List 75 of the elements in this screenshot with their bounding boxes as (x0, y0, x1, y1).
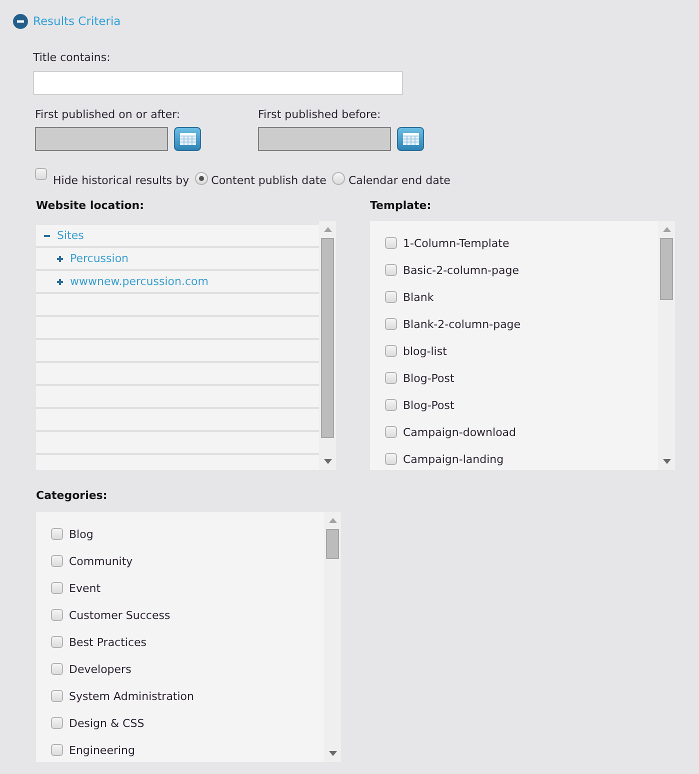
calendar-icon (402, 133, 418, 145)
scroll-down-icon[interactable] (324, 459, 332, 464)
checkbox[interactable] (385, 426, 397, 438)
checkbox[interactable] (51, 690, 63, 702)
scrollbar[interactable] (658, 221, 675, 470)
section-label: Categories: (36, 489, 108, 502)
option-label: Blank (403, 291, 434, 304)
checkbox[interactable] (385, 372, 397, 384)
checkbox[interactable] (385, 452, 397, 464)
option-label: Engineering (69, 744, 135, 757)
option-label: Blog-Post (403, 399, 454, 412)
option-label: Event (69, 582, 101, 595)
checkbox[interactable] (51, 716, 63, 728)
section-label: Website location: (36, 199, 146, 212)
checkbox[interactable] (385, 264, 397, 276)
radio-label: Calendar end date (348, 174, 450, 187)
option-label: Best Practices (69, 636, 147, 649)
date-field[interactable] (35, 127, 168, 151)
option-label: Blog (69, 528, 94, 541)
title-input[interactable] (33, 71, 403, 95)
scroll-down-icon[interactable] (328, 751, 336, 756)
scroll-down-icon[interactable] (662, 459, 670, 464)
field-label: First published before: (258, 108, 382, 121)
scrollbar-thumb[interactable] (326, 529, 339, 559)
scroll-up-icon[interactable] (662, 227, 670, 232)
radio-label: Content publish date (211, 174, 326, 187)
option-label: Developers (69, 663, 132, 676)
checkbox[interactable] (51, 528, 63, 540)
plus-icon[interactable] (57, 256, 63, 262)
checkbox[interactable] (385, 344, 397, 356)
scrollbar[interactable] (324, 512, 341, 762)
plus-icon[interactable] (57, 278, 63, 284)
checkbox[interactable] (385, 398, 397, 410)
checkbox[interactable] (51, 636, 63, 648)
field-label: First published on or after: (35, 108, 182, 121)
minus-icon[interactable] (44, 234, 50, 236)
section-label: Template: (370, 199, 432, 212)
scrollbar[interactable] (319, 221, 336, 470)
option-label: 1-Column-Template (403, 237, 510, 250)
option-label: System Administration (69, 690, 194, 703)
checkbox[interactable] (385, 236, 397, 248)
collapse-icon[interactable] (13, 14, 28, 28)
calendar-button[interactable] (397, 127, 424, 151)
option-label: Customer Success (69, 609, 170, 622)
radio-button[interactable] (195, 172, 208, 185)
option-label: Campaign-download (403, 426, 516, 439)
checkbox[interactable] (385, 290, 397, 302)
radio-button[interactable] (332, 172, 346, 185)
field-label: Title contains: (33, 51, 112, 64)
checkbox[interactable] (51, 662, 63, 674)
checkbox[interactable] (51, 608, 63, 620)
scrollbar-thumb[interactable] (660, 238, 673, 300)
checkbox[interactable] (51, 554, 63, 566)
section-toggle[interactable]: Results Criteria (13, 13, 121, 29)
tree-node-label[interactable]: wwwnew.percussion.com (70, 275, 208, 288)
option-label: Basic-2-column-page (403, 264, 519, 277)
calendar-icon (180, 133, 196, 145)
checkbox[interactable] (51, 744, 63, 756)
calendar-button[interactable] (174, 127, 201, 151)
option-label: Blank-2-column-page (403, 318, 521, 331)
scrollbar-thumb[interactable] (321, 238, 334, 438)
option-label: Community (69, 555, 133, 568)
checkbox[interactable] (385, 318, 397, 330)
checkbox-label: Hide historical results by (53, 174, 190, 187)
option-label: Blog-Post (403, 372, 454, 385)
tree-node-label[interactable]: Sites (57, 229, 84, 242)
scroll-up-icon[interactable] (328, 518, 336, 523)
checkbox[interactable] (51, 582, 63, 594)
scroll-up-icon[interactable] (324, 227, 332, 232)
date-field[interactable] (258, 127, 391, 151)
option-label: Campaign-landing (403, 453, 504, 466)
tree-node-label[interactable]: Percussion (70, 252, 129, 265)
option-label: Design & CSS (69, 717, 144, 730)
checkbox[interactable] (35, 168, 47, 180)
option-label: blog-list (403, 345, 447, 358)
